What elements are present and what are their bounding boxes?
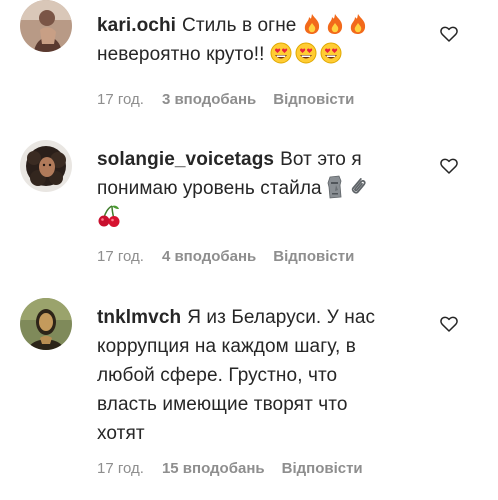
comment-username[interactable]: solangie_voicetags — [97, 149, 274, 170]
comment-line: kari.ochi Стиль в огне — [97, 11, 415, 40]
comment-body: kari.ochi Стиль в огне невероятно круто!! — [97, 11, 415, 69]
moai-emoji-icon — [327, 175, 342, 199]
avatar[interactable] — [20, 298, 72, 350]
comment-text: Вот это я — [280, 149, 362, 170]
heart-outline-icon[interactable] — [440, 26, 458, 42]
comment-body: tnklmvch Я из Беларуси. У нас коррупция н… — [97, 303, 415, 448]
comment-line — [97, 203, 415, 232]
comment-time[interactable]: 17 год. — [97, 248, 144, 265]
likes-count-button[interactable]: 15 вподобань — [162, 460, 265, 477]
emoji-group — [327, 175, 370, 199]
reply-button[interactable]: Відповісти — [273, 91, 354, 108]
comment-line: власть имеющие творят что — [97, 390, 415, 419]
emoji-group — [270, 42, 342, 64]
cherries-emoji-icon — [98, 205, 120, 227]
comment-text: коррупция на каждом шагу, в — [97, 336, 356, 357]
comment-meta: 17 год. 15 вподобань Відповісти — [97, 460, 363, 477]
comment-username[interactable]: tnklmvch — [97, 307, 181, 328]
avatar[interactable] — [20, 140, 72, 192]
comment-line: хотят — [97, 419, 415, 448]
fire-emoji-icon — [327, 13, 343, 34]
comment-meta: 17 год. 3 вподобань Відповісти — [97, 91, 354, 108]
comment-body: solangie_voicetags Вот это я понимаю уров… — [97, 145, 415, 232]
comment-line: solangie_voicetags Вот это я — [97, 145, 415, 174]
comment-text: хотят — [97, 423, 145, 444]
comment-line: tnklmvch Я из Беларуси. У нас — [97, 303, 415, 332]
comment-meta: 17 год. 4 вподобань Відповісти — [97, 248, 354, 265]
likes-count-button[interactable]: 3 вподобань — [162, 91, 256, 108]
comment-text: власть имеющие творят что — [97, 394, 348, 415]
comment-text: невероятно круто!! — [97, 44, 265, 65]
avatar[interactable] — [20, 0, 72, 52]
heart-outline-icon[interactable] — [440, 316, 458, 332]
comment-text: Я из Беларуси. У нас — [187, 307, 376, 328]
emoji-group — [97, 204, 121, 228]
comment-text: любой сфере. Грустно, что — [97, 365, 338, 386]
comment-text: Стиль в огне — [182, 15, 297, 36]
heart-outline-icon[interactable] — [440, 158, 458, 174]
comment-text: понимаю уровень стайла — [97, 178, 322, 199]
emoji-group — [302, 13, 368, 35]
comment-line: невероятно круто!! — [97, 40, 415, 69]
comment-time[interactable]: 17 год. — [97, 91, 144, 108]
comment-line: понимаю уровень стайла — [97, 174, 415, 203]
reply-button[interactable]: Відповісти — [273, 248, 354, 265]
comment-line: любой сфере. Грустно, что — [97, 361, 415, 390]
comment-line: коррупция на каждом шагу, в — [97, 332, 415, 361]
heart-eyes-emoji-icon — [320, 42, 342, 64]
fire-emoji-icon — [304, 13, 320, 34]
reply-button[interactable]: Відповісти — [282, 460, 363, 477]
comment-time[interactable]: 17 год. — [97, 460, 144, 477]
paperclip-emoji-icon — [351, 178, 366, 194]
heart-eyes-emoji-icon — [270, 42, 292, 64]
heart-eyes-emoji-icon — [295, 42, 317, 64]
comment-username[interactable]: kari.ochi — [97, 15, 176, 36]
fire-emoji-icon — [350, 13, 366, 34]
likes-count-button[interactable]: 4 вподобань — [162, 248, 256, 265]
